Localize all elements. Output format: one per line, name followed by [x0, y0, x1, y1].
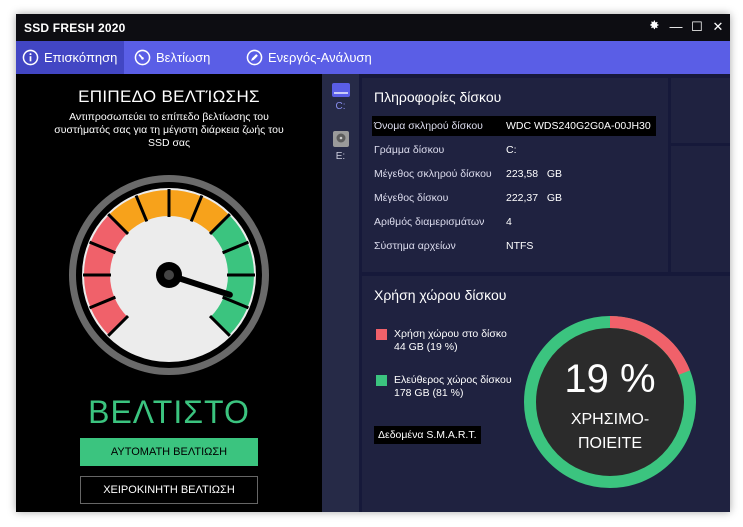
disk-info-panel: Πληροφορίες δίσκου Όνομα σκληρού δίσκου …: [362, 78, 668, 272]
tab-live-analysis[interactable]: Ενεργός-Ανάλυση: [240, 41, 410, 74]
drive-item-e[interactable]: E:: [322, 130, 359, 162]
info-icon: [22, 49, 39, 66]
disk-usage-donut: 19 % ΧΡΗΣΙΜΟ- ΠΟΙΕΙΤΕ: [524, 316, 696, 488]
drive-letter-value: C:: [506, 144, 517, 156]
optimization-description: Αντιπροσωπεύει το επίπεδο βελτίωσης του …: [54, 111, 284, 149]
manual-optimize-button[interactable]: ΧΕΙΡΟΚΙΝΗΤΗ ΒΕΛΤΙΩΣΗ: [80, 476, 258, 504]
legend-free-swatch: [376, 375, 387, 386]
optimization-gauge: [69, 175, 269, 375]
legend-used-value: 44 GB (19 %): [394, 341, 458, 353]
volume-size-label: Μέγεθος δίσκου: [374, 192, 449, 204]
tab-optimization-label: Βελτίωση: [156, 50, 211, 65]
window-title: SSD FRESH 2020: [24, 21, 126, 35]
disk-info-row: Σύστημα αρχείων NTFS: [372, 236, 656, 256]
disk-usage-panel: Χρήση χώρου δίσκου Χρήση χώρου στο δίσκο…: [362, 276, 730, 512]
volume-size-value: 222,37 GB: [506, 192, 563, 204]
minimize-button[interactable]: —: [666, 18, 686, 36]
disk-usage-title: Χρήση χώρου δίσκου: [374, 287, 507, 303]
tab-bar: Επισκόπηση Βελτίωση Ενεργός-Ανάλυση: [16, 41, 730, 74]
speedometer-icon: [134, 49, 151, 66]
auto-optimize-button[interactable]: ΑΥΤΟΜΑΤΗ ΒΕΛΤΙΩΣΗ: [80, 438, 258, 466]
optimization-title: ΕΠΙΠΕΔΟ ΒΕΛΤΊΩΣΗΣ: [78, 87, 260, 106]
disk-info-row: Γράμμα δίσκου C:: [372, 140, 656, 160]
file-system-label: Σύστημα αρχείων: [374, 240, 456, 252]
ssd-drive-icon: [331, 83, 350, 97]
side-panel-middle: [671, 146, 730, 272]
partition-count-label: Αριθμός διαμερισμάτων: [374, 216, 485, 228]
legend-free-label: Ελεύθερος χώρος δίσκου: [394, 374, 512, 386]
optimization-status: ΒΕΛΤΙΣΤΟ: [88, 394, 250, 430]
disk-size-value: 223,58 GB: [506, 168, 563, 180]
legend-used-label: Χρήση χώρου στο δίσκο: [394, 328, 507, 340]
tab-live-analysis-label: Ενεργός-Ανάλυση: [268, 50, 372, 65]
disk-name-value: WDC WDS240G2G0A-00JH30: [506, 120, 651, 132]
disk-info-row: Όνομα σκληρού δίσκου WDC WDS240G2G0A-00J…: [372, 116, 656, 136]
drive-item-c[interactable]: C:: [322, 82, 359, 112]
app-window: SSD FRESH 2020 — ☐ ✕ Επισκόπηση Βελτίωση…: [16, 14, 730, 512]
side-panel-top: [671, 78, 730, 143]
title-bar: SSD FRESH 2020 — ☐ ✕: [16, 14, 730, 41]
tab-overview-label: Επισκόπηση: [44, 50, 118, 65]
donut-label-line2: ΠΟΙΕΙΤΕ: [578, 435, 642, 452]
legend-free-value: 178 GB (81 %): [394, 387, 464, 399]
smart-data-link[interactable]: Δεδομένα S.M.A.R.T.: [374, 426, 481, 444]
hdd-drive-icon: [332, 131, 349, 147]
drive-list: C: E:: [322, 74, 359, 512]
disk-info-row: Μέγεθος δίσκου 222,37 GB: [372, 188, 656, 208]
disk-info-row: Μέγεθος σκληρού δίσκου 223,58 GB: [372, 164, 656, 184]
pen-icon: [246, 49, 263, 66]
donut-label-line1: ΧΡΗΣΙΜΟ-: [571, 411, 649, 428]
drive-letter-c: C:: [335, 101, 346, 112]
gear-icon[interactable]: [644, 18, 664, 36]
legend-used: Χρήση χώρου στο δίσκο 44 GB (19 %): [376, 328, 507, 354]
disk-size-label: Μέγεθος σκληρού δίσκου: [374, 168, 492, 180]
drive-letter-e: E:: [335, 151, 346, 162]
legend-used-swatch: [376, 329, 387, 340]
file-system-value: NTFS: [506, 240, 534, 252]
partition-count-value: 4: [506, 216, 512, 228]
disk-name-label: Όνομα σκληρού δίσκου: [374, 120, 483, 132]
donut-percent: 19 %: [564, 357, 655, 401]
maximize-button[interactable]: ☐: [687, 18, 707, 36]
drive-letter-label: Γράμμα δίσκου: [374, 144, 445, 156]
close-button[interactable]: ✕: [708, 18, 728, 36]
disk-info-title: Πληροφορίες δίσκου: [374, 89, 502, 105]
tab-overview[interactable]: Επισκόπηση: [16, 41, 124, 74]
disk-info-row: Αριθμός διαμερισμάτων 4: [372, 212, 656, 232]
tab-optimization[interactable]: Βελτίωση: [128, 41, 228, 74]
legend-free: Ελεύθερος χώρος δίσκου 178 GB (81 %): [376, 374, 512, 400]
